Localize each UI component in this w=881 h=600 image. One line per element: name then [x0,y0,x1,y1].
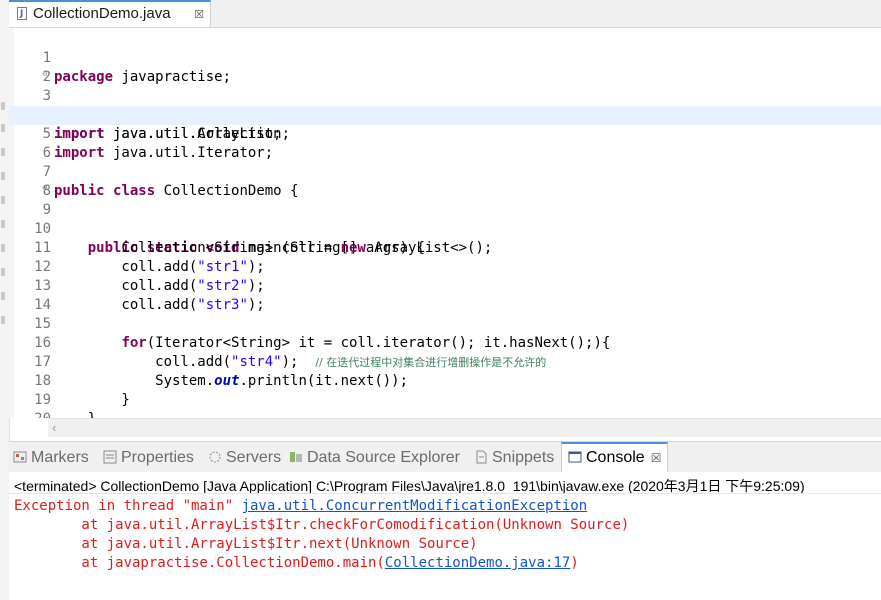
horizontal-scrollbar[interactable]: ‹ [48,418,881,437]
code-line[interactable]: 12 coll.add("str2"); [9,239,881,294]
markers-icon [13,451,27,463]
java-file-icon: J [17,7,27,20]
tab-label: Console [586,449,645,466]
code-line[interactable]: 10 Collection<String> coll = new ArrayLi… [9,201,881,256]
code-line[interactable]: 7 public class CollectionDemo { [9,144,881,199]
database-icon [290,452,302,462]
code-line[interactable]: 17 System.out.println(it.next()); [9,334,881,389]
console-divider [9,493,881,494]
code-line[interactable]: 18 } [9,353,881,408]
fold-toggle-icon[interactable]: ⊖ [42,71,48,78]
editor-tab-collectiondemo[interactable]: J CollectionDemo.java ☒ [9,0,211,27]
fold-toggle-icon[interactable]: ⊖ [42,185,48,192]
console-line: at java.util.ArrayList$Itr.next(Unknown … [14,536,478,552]
console-view[interactable]: <terminated> CollectionDemo [Java Applic… [9,472,881,600]
code-line[interactable]: 13 coll.add("str3"); [9,258,881,313]
code-line[interactable]: 14 [9,277,881,313]
code-line[interactable]: 2 [9,49,881,85]
tab-data-source-explorer[interactable]: Data Source Explorer [289,442,460,473]
code-line[interactable]: 15 for(Iterator<String> it = coll.iterat… [9,296,881,351]
code-line[interactable]: 16 coll.add("str4"); // 在迭代过程中对集合进行增删操作是… [9,315,881,370]
console-text: ) [570,555,579,571]
console-line: at java.util.ArrayList$Itr.checkForComod… [14,517,630,533]
tab-label: Servers [226,449,282,466]
console-text: at javapractise.CollectionDemo.main( [14,555,385,571]
servers-icon [209,451,221,463]
snippets-icon [476,450,487,464]
tab-console[interactable]: Console ☒ [561,442,669,473]
scroll-left-icon[interactable]: ‹ [52,419,56,437]
code-line[interactable]: 21 [9,410,881,418]
code-line[interactable]: 8 [9,163,881,199]
source-location-link[interactable]: CollectionDemo.java:17 [385,555,570,571]
tab-label: Markers [31,449,89,466]
code-line[interactable]: 19 } [9,372,881,418]
tab-properties[interactable]: Properties [103,442,194,473]
code-line[interactable]: 4 import java.util.Collection; [9,87,881,142]
editor-tab-label: CollectionDemo.java [33,5,171,22]
code-line-current[interactable]: 5 import java.util.Iterator; [9,106,881,161]
editor-tab-bar: J CollectionDemo.java ☒ [9,0,881,28]
code-line[interactable]: 9 ⊖ public static void main(String[] arg… [9,182,881,257]
tab-label: Snippets [492,449,555,466]
close-icon[interactable]: ☒ [194,3,204,27]
console-icon [568,451,582,463]
tab-snippets[interactable]: Snippets [474,442,554,473]
bottom-panel-tabs: Markers Properties Servers Data Source E… [9,441,881,474]
code-line[interactable]: 3 ⊖ import java.util.ArrayList; [9,68,881,143]
code-editor[interactable]: 1 package javapractise; 2 3 ⊖ import jav… [9,28,881,418]
properties-icon [103,450,117,464]
close-icon[interactable]: ☒ [651,451,662,465]
console-text: Exception in thread "main" [14,498,242,514]
tab-servers[interactable]: Servers [208,442,281,473]
exception-class-link[interactable]: java.util.ConcurrentModificationExceptio… [242,498,588,514]
tab-label: Properties [121,449,194,466]
code-line[interactable]: 1 package javapractise; [9,30,881,85]
console-line: at javapractise.CollectionDemo.main(Coll… [14,554,579,573]
code-line[interactable]: 6 [9,125,881,161]
code-line[interactable]: 20 } [9,391,881,418]
console-line: Exception in thread "main" java.util.Con… [14,497,587,516]
tab-label: Data Source Explorer [307,449,460,466]
tab-markers[interactable]: Markers [13,442,89,473]
code-line[interactable]: 11 coll.add("str1"); [9,220,881,275]
